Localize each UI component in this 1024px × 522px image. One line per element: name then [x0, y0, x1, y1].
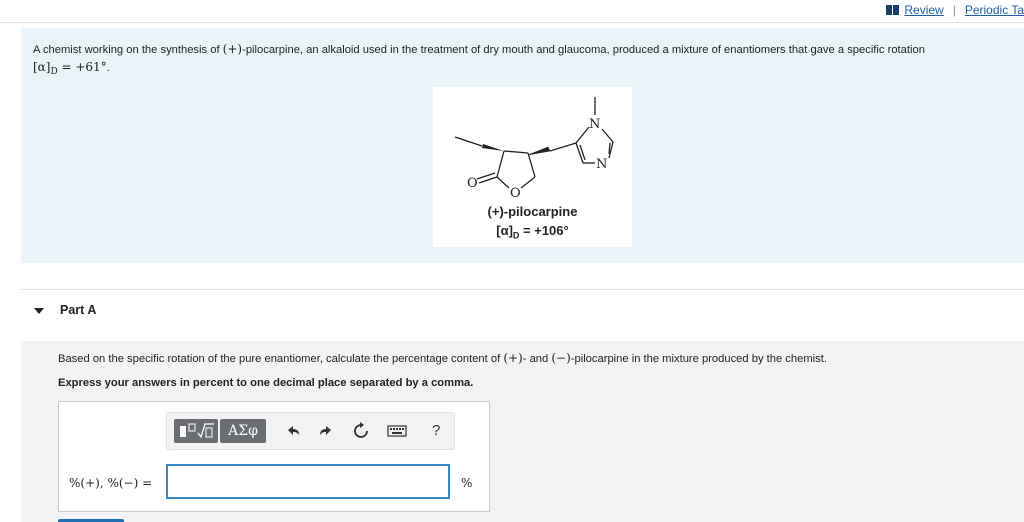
periodic-table-link[interactable]: Periodic Ta [965, 3, 1024, 17]
pilocarpine-structure-drawing: N N O O [454, 97, 614, 201]
oxygen-label-ring: O [510, 186, 521, 201]
part-a-bold-instruction: Express your answers in percent to one d… [58, 377, 474, 389]
keyboard-icon[interactable] [387, 422, 407, 440]
math-toolbar: ΑΣφ ? [166, 412, 455, 450]
plus-sign: (+) [222, 42, 243, 56]
structure-name: (+)-pilocarpine [487, 204, 578, 219]
nitrogen-label-top: N [589, 117, 600, 132]
collapse-triangle-icon[interactable] [34, 308, 44, 314]
undo-icon[interactable] [284, 422, 302, 440]
problem-panel: A chemist working on the synthesis of (+… [21, 28, 1024, 263]
link-separator: | [952, 3, 956, 17]
help-button[interactable]: ? [432, 422, 440, 439]
period: . [106, 62, 110, 74]
rotation-symbol: [α] [496, 223, 513, 238]
oxygen-label-carbonyl: O [467, 176, 478, 191]
redo-icon[interactable] [317, 422, 335, 440]
problem-statement: A chemist working on the synthesis of (+… [33, 41, 1018, 81]
book-icon [886, 5, 900, 15]
templates-icon [180, 423, 214, 439]
greek-symbols-button[interactable]: ΑΣφ [220, 419, 266, 443]
instruction-text: - and [522, 353, 552, 365]
answer-label: %(+), %(−) = [69, 476, 153, 490]
answer-panel: ΑΣφ ? %(+), %(−) = % [58, 401, 490, 512]
problem-text-part: -pilocarpine, an alkaloid used in the tr… [242, 44, 925, 56]
plus-sign: (+) [503, 351, 523, 365]
answer-input[interactable] [166, 464, 450, 499]
part-a-body: Based on the specific rotation of the pu… [21, 341, 1024, 522]
rotation-value: = +106° [519, 223, 569, 238]
instruction-text: -pilocarpine in the mixture produced by … [570, 353, 827, 365]
part-a-title: Part A [60, 303, 97, 317]
reset-icon[interactable] [352, 422, 370, 440]
review-link[interactable]: Review [904, 3, 943, 17]
rotation-value: = +61° [57, 60, 107, 74]
minus-sign: (−) [551, 351, 571, 365]
answer-unit: % [461, 476, 473, 490]
rotation-subscript: D [50, 67, 58, 78]
part-a-header[interactable]: Part A [21, 289, 1024, 342]
rotation-symbol: [α] [33, 60, 51, 74]
problem-text-part: A chemist working on the synthesis of [33, 44, 223, 56]
top-bar: Review | Periodic Ta [0, 0, 1024, 23]
top-links: Review | Periodic Ta [886, 1, 1024, 19]
templates-button[interactable] [174, 419, 218, 443]
pilocarpine-structure: N N O O (+)-pilocarpine [α]D = +106° [433, 87, 632, 247]
part-a-instruction: Based on the specific rotation of the pu… [58, 351, 827, 365]
nitrogen-label-bottom: N [596, 157, 607, 172]
instruction-text: Based on the specific rotation of the pu… [58, 353, 504, 365]
structure-rotation: [α]D = +106° [433, 223, 632, 241]
